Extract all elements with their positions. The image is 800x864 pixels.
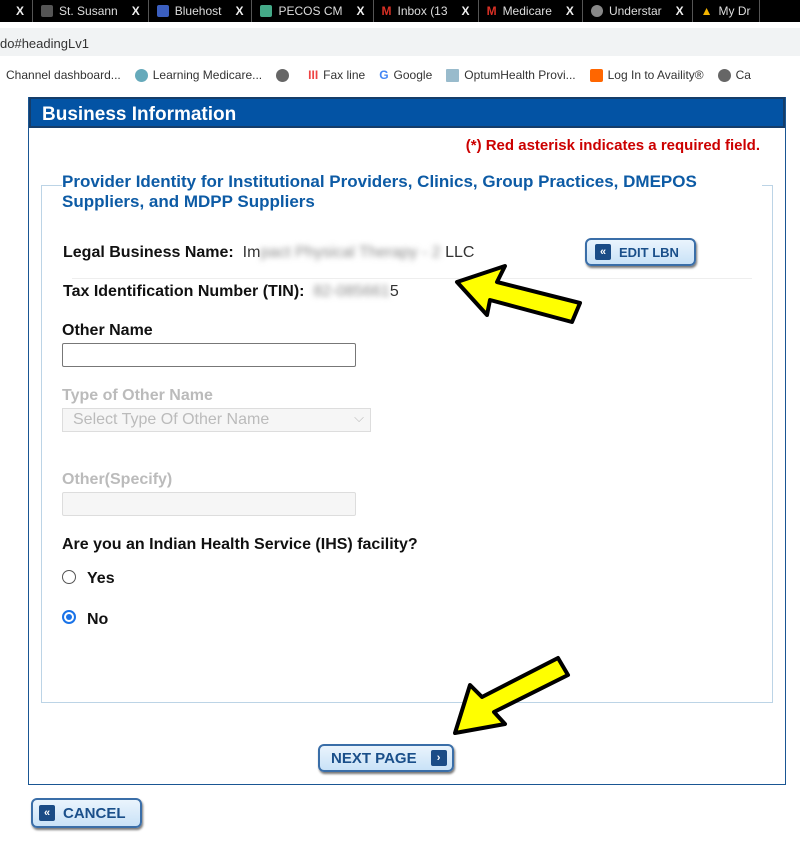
- annotation-arrows: [453, 264, 582, 735]
- yellow-arrow-icon: [453, 656, 570, 735]
- yellow-arrow-icon: [455, 264, 582, 324]
